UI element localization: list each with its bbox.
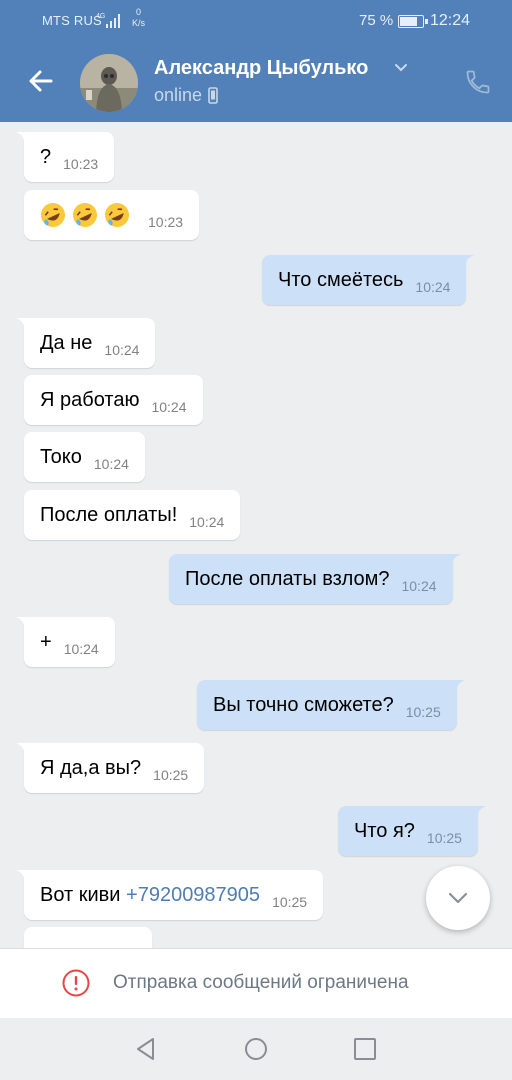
- message-list[interactable]: ? 10:23 10:23 Что смеётесь 10:24 Да не 1…: [0, 122, 512, 948]
- message-incoming[interactable]: Токо 10:24: [24, 432, 145, 482]
- bubble-tail: [450, 680, 465, 694]
- message-time: 10:25: [426, 830, 462, 846]
- message-incoming[interactable]: Ж: [24, 927, 152, 948]
- message-time: 10:25: [153, 767, 189, 783]
- message-text: После оплаты!: [40, 503, 178, 526]
- bubble-tail: [16, 318, 30, 332]
- battery-icon: [398, 15, 428, 28]
- message-time: 10:23: [148, 214, 184, 230]
- message-text: ?: [40, 145, 52, 168]
- message-text: Что смеётесь: [278, 268, 404, 291]
- message-text: Что я?: [354, 819, 415, 842]
- network-speed: 0 K/s: [132, 7, 145, 29]
- message-incoming[interactable]: После оплаты! 10:24: [24, 490, 241, 540]
- message-text: Да не: [40, 331, 93, 354]
- message-incoming[interactable]: + 10:24: [16, 617, 115, 667]
- chat-header: Александр Цыбулько online: [0, 44, 512, 122]
- message-outgoing[interactable]: Вы точно сможете? 10:25: [197, 680, 465, 730]
- rofl-emoji: [73, 203, 97, 227]
- phone-icon[interactable]: [464, 68, 492, 96]
- rofl-emoji: [105, 203, 129, 227]
- message-time: 10:25: [272, 894, 308, 910]
- speed-value: 0: [136, 7, 142, 17]
- message-outgoing[interactable]: Что смеётесь 10:24: [262, 255, 475, 305]
- message-incoming[interactable]: Я да,а вы? 10:25: [16, 743, 205, 793]
- restriction-text: Отправка сообщений ограничена: [113, 972, 409, 993]
- message-text: После оплаты взлом?: [185, 567, 390, 590]
- bubble-tail: [16, 617, 30, 631]
- chevron-down-icon[interactable]: [393, 59, 409, 75]
- avatar[interactable]: [80, 54, 138, 112]
- bubble-tail: [460, 255, 475, 269]
- carrier-name: MTS RUS: [42, 13, 102, 28]
- rofl-emoji: [41, 203, 65, 227]
- signal-icon: 4G: [96, 13, 120, 28]
- arrow-left-icon[interactable]: [24, 64, 58, 98]
- message-text: Вот киви: [40, 883, 127, 906]
- online-status: online: [154, 85, 203, 105]
- message-outgoing[interactable]: После оплаты взлом? 10:24: [169, 554, 461, 604]
- avatar-image: [80, 54, 138, 112]
- nav-recents-icon[interactable]: [352, 1036, 378, 1062]
- message-time: 10:24: [93, 456, 129, 472]
- speed-unit: K/s: [132, 18, 146, 28]
- chevron-down-icon: [448, 892, 468, 904]
- bubble-tail: [16, 132, 30, 146]
- alert-circle-icon: [62, 969, 90, 997]
- message-text: Вы точно сможете?: [213, 693, 394, 716]
- bubble-tail: [16, 870, 30, 884]
- nav-home-icon[interactable]: [243, 1036, 269, 1062]
- bubble-tail: [446, 554, 461, 568]
- svg-text:4G: 4G: [96, 13, 105, 20]
- battery-percent: 75 %: [359, 12, 394, 29]
- message-time: 10:24: [401, 578, 437, 594]
- message-incoming[interactable]: Я работаю 10:24: [24, 375, 203, 425]
- message-time: 10:25: [405, 704, 441, 720]
- message-text: +: [40, 630, 52, 653]
- message-time: 10:24: [63, 641, 99, 657]
- mobile-device-icon: [208, 87, 218, 104]
- message-outgoing[interactable]: Что я? 10:25: [338, 806, 486, 856]
- clock: 12:24: [430, 12, 471, 29]
- message-incoming[interactable]: Да не 10:24: [16, 318, 156, 368]
- message-text: Я работаю: [40, 388, 140, 411]
- message-time: 10:23: [63, 156, 99, 172]
- message-text: Я да,а вы?: [40, 756, 142, 779]
- message-time: 10:24: [415, 279, 451, 295]
- system-nav-bar: [0, 1018, 512, 1080]
- bubble-tail: [471, 806, 486, 820]
- phone-link[interactable]: +79200987905: [126, 884, 260, 907]
- message-incoming[interactable]: 10:23: [24, 190, 200, 240]
- contact-name[interactable]: Александр Цыбулько: [154, 57, 368, 80]
- messaging-restricted-bar: Отправка сообщений ограничена: [0, 948, 512, 1019]
- message-time: 10:24: [189, 514, 225, 530]
- message-time: 10:24: [151, 399, 187, 415]
- battery-level: [400, 17, 417, 26]
- message-time: 10:24: [104, 342, 140, 358]
- status-bar: MTS RUS 4G 0 K/s 75 % 12:24: [0, 0, 512, 44]
- bubble-tail: [16, 743, 30, 757]
- message-text: Токо: [40, 445, 82, 468]
- nav-back-icon[interactable]: [133, 1036, 159, 1062]
- message-incoming[interactable]: Вот киви +79200987905 10:25: [16, 870, 324, 920]
- message-incoming[interactable]: ? 10:23: [16, 132, 115, 182]
- scroll-down-button[interactable]: [426, 866, 490, 930]
